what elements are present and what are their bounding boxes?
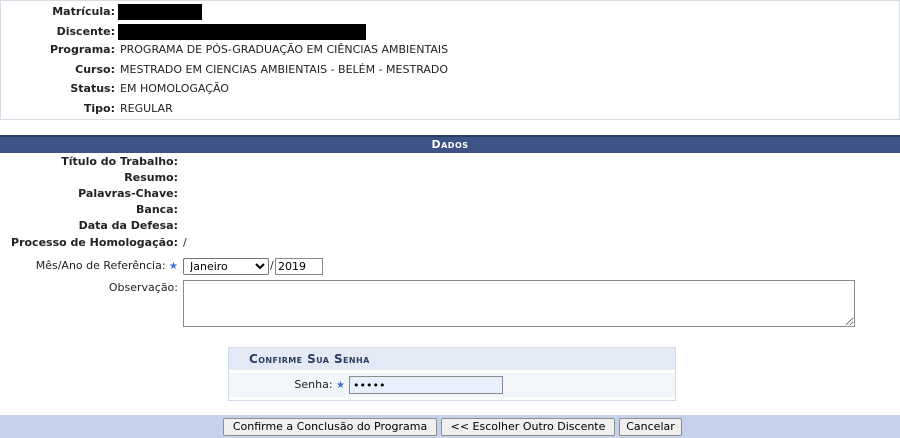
info-row-curso: Curso: MESTRADO EM CIENCIAS AMBIENTAIS -… [1, 61, 900, 78]
tipo-label: Tipo: [83, 102, 115, 115]
footer-actions-bar: Confirme a Conclusão do Programa << Esco… [0, 415, 900, 438]
password-input[interactable] [349, 376, 503, 394]
matricula-label: Matrícula: [52, 5, 115, 18]
info-row-status: Status: EM HOMOLOGAÇÃO [1, 80, 900, 97]
banca-label: Banca: [136, 203, 178, 216]
programa-value: PROGRAMA DE PÓS-GRADUAÇÃO EM CIÊNCIAS AM… [120, 43, 449, 56]
dados-title: Dados [431, 138, 469, 151]
discente-redacted [118, 24, 366, 40]
programa-label: Programa: [49, 43, 115, 56]
required-star-icon: ★ [336, 380, 345, 391]
confirm-conclusion-button[interactable]: Confirme a Conclusão do Programa [223, 418, 437, 436]
processo-homologacao-label: Processo de Homologação: [11, 236, 178, 249]
password-label: Senha: [294, 378, 333, 391]
confirm-password-header: Confirme Sua Senha [229, 348, 675, 370]
password-label-group: Senha: ★ [294, 378, 345, 391]
discente-label: Discente: [56, 25, 115, 38]
curso-value: MESTRADO EM CIENCIAS AMBIENTAIS - BELÉM … [120, 63, 449, 76]
curso-label: Curso: [75, 63, 115, 76]
confirm-password-panel: Confirme Sua Senha Senha: ★ [228, 347, 676, 401]
cancel-button[interactable]: Cancelar [619, 418, 682, 436]
info-row-tipo: Tipo: REGULAR [1, 100, 900, 117]
observacao-label: Observação: [108, 281, 178, 294]
titulo-trabalho-label: Título do Trabalho: [61, 155, 178, 168]
required-star-icon: ★ [169, 261, 178, 272]
confirm-password-title: Confirme Sua Senha [249, 352, 370, 366]
ano-referencia-input[interactable] [275, 258, 323, 275]
mes-referencia-select[interactable]: Janeiro [183, 258, 269, 275]
status-label: Status: [70, 82, 115, 95]
resumo-label: Resumo: [124, 171, 178, 184]
palavras-chave-label: Palavras-Chave: [78, 187, 178, 200]
password-row: Senha: ★ [229, 373, 675, 397]
dados-header-bar: Dados [0, 135, 900, 153]
matricula-redacted [118, 4, 202, 20]
processo-homologacao-value: / [183, 236, 187, 249]
info-row-programa: Programa: PROGRAMA DE PÓS-GRADUAÇÃO EM C… [1, 41, 900, 58]
info-row-discente: Discente: [1, 23, 900, 40]
info-row-matricula: Matrícula: [1, 3, 900, 20]
tipo-value: REGULAR [120, 102, 173, 115]
mes-ano-separator: / [270, 259, 274, 272]
status-value: EM HOMOLOGAÇÃO [120, 82, 229, 95]
mes-ano-label-group: Mês/Ano de Referência: ★ [36, 259, 178, 272]
data-defesa-label: Data da Defesa: [78, 219, 178, 232]
mes-ano-label: Mês/Ano de Referência: [35, 259, 166, 272]
observacao-textarea[interactable] [183, 280, 855, 327]
choose-other-student-button[interactable]: << Escolher Outro Discente [441, 418, 615, 436]
student-info-panel: Matrícula: Discente: Programa: PROGRAMA … [0, 0, 900, 120]
